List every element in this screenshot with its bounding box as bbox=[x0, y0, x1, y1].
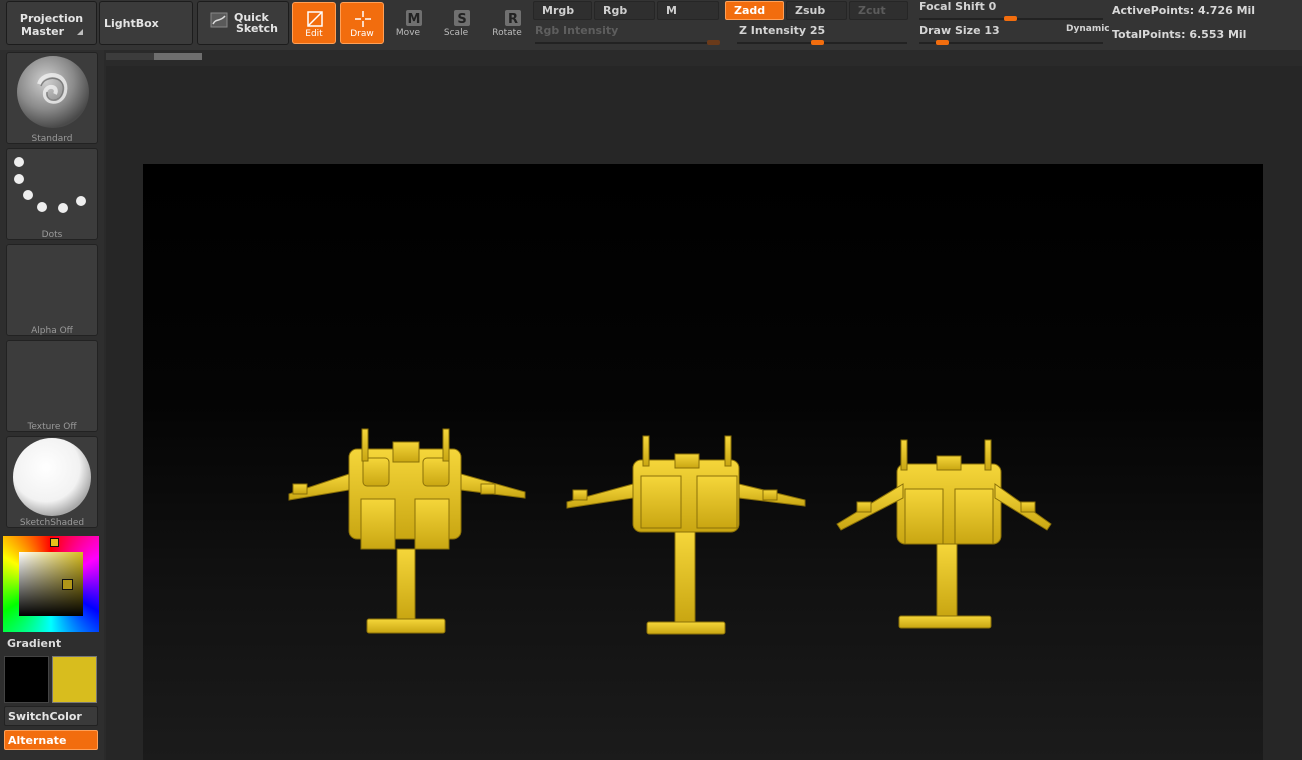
stroke-thumbnail[interactable]: Dots bbox=[6, 148, 98, 240]
draw-size-knob[interactable] bbox=[936, 40, 949, 45]
hue-handle[interactable] bbox=[50, 538, 59, 547]
dynamic-button[interactable]: Dynamic bbox=[1066, 24, 1110, 34]
quick-sketch-button[interactable]: Quick Sketch bbox=[197, 1, 289, 45]
focal-shift-knob[interactable] bbox=[1004, 16, 1017, 21]
brush-thumbnail[interactable]: Standard bbox=[6, 52, 98, 144]
projection-master-button[interactable]: Projection Master bbox=[6, 1, 97, 45]
active-points-label: ActivePoints: bbox=[1112, 4, 1195, 17]
dots-stroke-icon bbox=[14, 157, 86, 213]
svg-text:S: S bbox=[457, 12, 466, 27]
draw-button[interactable]: Draw bbox=[340, 2, 384, 44]
sketch-shaded-material-icon bbox=[13, 438, 91, 516]
mrgb-button[interactable]: Mrgb bbox=[533, 1, 592, 20]
rgb-button[interactable]: Rgb bbox=[594, 1, 655, 20]
move-icon: M bbox=[406, 10, 422, 27]
draw-icon bbox=[355, 11, 371, 27]
lightbox-button[interactable]: LightBox bbox=[99, 1, 193, 45]
draw-label: Draw bbox=[350, 29, 374, 39]
corner-arrow-icon bbox=[77, 29, 83, 35]
top-toolbar: Projection Master LightBox Quick Sketch … bbox=[0, 0, 1302, 50]
rgb-intensity-knob[interactable] bbox=[707, 40, 720, 45]
m-button[interactable]: M bbox=[657, 1, 719, 20]
model-views bbox=[288, 428, 1052, 635]
progress-fill bbox=[154, 53, 202, 60]
move-button[interactable]: M Move bbox=[386, 2, 430, 44]
stroke-label: Dots bbox=[41, 230, 63, 240]
model-view-back bbox=[566, 435, 806, 635]
texture-thumbnail[interactable]: Texture Off bbox=[6, 340, 98, 432]
move-label: Move bbox=[395, 28, 421, 38]
draw-size-label: Draw Size 13 bbox=[919, 24, 1000, 37]
scale-button[interactable]: S Scale bbox=[434, 2, 478, 44]
rgb-intensity-label: Rgb Intensity bbox=[535, 24, 619, 37]
rotate-label: Rotate bbox=[492, 28, 522, 38]
color-picker-wheel[interactable] bbox=[3, 536, 99, 632]
secondary-color-swatch[interactable] bbox=[4, 656, 49, 703]
svg-text:R: R bbox=[508, 12, 518, 27]
zsub-button[interactable]: Zsub bbox=[786, 1, 847, 20]
quick-sketch-label-2: Sketch bbox=[236, 22, 279, 35]
z-intensity-knob[interactable] bbox=[811, 40, 824, 45]
switch-color-button[interactable]: SwitchColor bbox=[4, 706, 98, 726]
document-canvas[interactable] bbox=[143, 164, 1263, 760]
progress-strip bbox=[106, 53, 202, 60]
material-label: SketchShaded bbox=[19, 518, 85, 528]
scale-label: Scale bbox=[443, 28, 469, 38]
primary-color-swatch[interactable] bbox=[52, 656, 97, 703]
active-points: ActivePoints: 4.726 Mil bbox=[1112, 4, 1255, 17]
active-points-value: 4.726 Mil bbox=[1197, 4, 1256, 17]
zcut-button[interactable]: Zcut bbox=[849, 1, 908, 20]
gradient-label[interactable]: Gradient bbox=[7, 637, 61, 650]
alternate-button[interactable]: Alternate bbox=[4, 730, 98, 750]
edit-label: Edit bbox=[305, 29, 323, 39]
texture-label: Texture Off bbox=[27, 422, 77, 432]
color-picker-square[interactable] bbox=[19, 552, 83, 616]
rotate-button[interactable]: R Rotate bbox=[485, 2, 529, 44]
projection-master-label-1: Projection bbox=[19, 12, 84, 25]
brush-label: Standard bbox=[31, 134, 73, 144]
edit-icon bbox=[307, 11, 323, 27]
focal-shift-text: Focal Shift bbox=[919, 0, 985, 13]
lightbox-label: LightBox bbox=[104, 17, 159, 30]
rgb-intensity-slider[interactable] bbox=[535, 42, 720, 44]
focal-shift-value: 0 bbox=[988, 0, 997, 13]
draw-size-value: 13 bbox=[984, 24, 1000, 37]
material-thumbnail[interactable]: SketchShaded bbox=[6, 436, 98, 528]
model-view-front bbox=[288, 428, 526, 634]
standard-brush-icon bbox=[17, 56, 89, 128]
alpha-label: Alpha Off bbox=[31, 326, 73, 336]
zadd-button[interactable]: Zadd bbox=[725, 1, 784, 20]
z-intensity-label: Z Intensity 25 bbox=[739, 24, 825, 37]
z-intensity-value: 25 bbox=[809, 24, 826, 37]
total-points: TotalPoints: 6.553 Mil bbox=[1112, 28, 1246, 41]
total-points-value: 6.553 Mil bbox=[1189, 28, 1247, 41]
rotate-icon: R bbox=[505, 10, 521, 27]
draw-size-text: Draw Size bbox=[919, 24, 981, 37]
svg-text:M: M bbox=[408, 12, 421, 27]
alpha-thumbnail[interactable]: Alpha Off bbox=[6, 244, 98, 336]
quick-sketch-icon bbox=[210, 12, 228, 28]
model-view-side bbox=[836, 439, 1052, 629]
scale-icon: S bbox=[454, 10, 470, 27]
total-points-label: TotalPoints: bbox=[1112, 28, 1186, 41]
focal-shift-label: Focal Shift 0 bbox=[919, 0, 996, 13]
saturation-handle[interactable] bbox=[62, 579, 73, 590]
edit-button[interactable]: Edit bbox=[292, 2, 336, 44]
z-intensity-text: Z Intensity bbox=[739, 24, 807, 37]
